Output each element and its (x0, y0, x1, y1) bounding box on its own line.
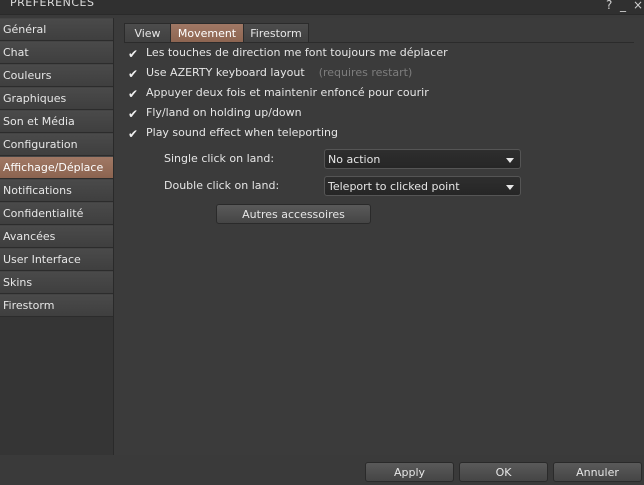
tab-firestorm[interactable]: Firestorm (243, 23, 309, 43)
sidebar-item-user-interface[interactable]: User Interface (0, 248, 113, 271)
sidebar-item-colors[interactable]: Couleurs (0, 64, 113, 87)
checkbox-row-fly-land: ✔ Fly/land on holding up/down (128, 105, 302, 121)
sidebar-item-move-view[interactable]: Affichage/Déplace (0, 156, 113, 179)
footer-bar: Apply OK Annuler (0, 455, 644, 485)
sidebar-item-advanced[interactable]: Avancées (0, 225, 113, 248)
sidebar: Général Chat Couleurs Graphiques Son et … (0, 18, 113, 485)
chevron-down-icon (506, 185, 514, 190)
title-bar: PRÉFÉRENCES ? _ × (0, 0, 644, 15)
arrow-keys-checkbox[interactable]: ✔ (128, 48, 140, 60)
fly-land-checkbox[interactable]: ✔ (128, 108, 140, 120)
other-attachments-button[interactable]: Autres accessoires (216, 204, 371, 224)
apply-button[interactable]: Apply (365, 462, 454, 482)
azerty-label: Use AZERTY keyboard layout (146, 66, 305, 79)
double-tap-run-checkbox[interactable]: ✔ (128, 88, 140, 100)
double-click-dropdown[interactable]: Teleport to clicked point (324, 176, 521, 196)
settings-panel: View Movement Firestorm ✔ Les touches de … (113, 18, 644, 455)
sidebar-item-graphics[interactable]: Graphiques (0, 87, 113, 110)
ok-button[interactable]: OK (459, 462, 548, 482)
double-click-label: Double click on land: (164, 179, 280, 192)
single-click-value: No action (328, 153, 381, 166)
tab-view[interactable]: View (124, 23, 171, 43)
sidebar-item-setup[interactable]: Configuration (0, 133, 113, 156)
azerty-hint: (requires restart) (318, 66, 413, 79)
sidebar-item-skins[interactable]: Skins (0, 271, 113, 294)
tab-movement[interactable]: Movement (170, 23, 244, 43)
help-icon[interactable]: ? (606, 0, 612, 12)
teleport-sound-label: Play sound effect when teleporting (146, 126, 338, 139)
single-click-dropdown[interactable]: No action (324, 149, 521, 169)
window-title: PRÉFÉRENCES (10, 0, 95, 9)
chevron-down-icon (506, 158, 514, 163)
minimize-icon[interactable]: _ (620, 0, 626, 12)
double-tap-run-label: Appuyer deux fois et maintenir enfoncé p… (146, 86, 429, 99)
sidebar-item-privacy[interactable]: Confidentialité (0, 202, 113, 225)
tab-divider (124, 42, 634, 43)
single-click-label: Single click on land: (164, 152, 275, 165)
checkbox-row-azerty: ✔ Use AZERTY keyboard layout (requires res… (128, 65, 412, 81)
checkbox-row-double-tap-run: ✔ Appuyer deux fois et maintenir enfoncé … (128, 85, 429, 101)
close-icon[interactable]: × (633, 0, 643, 12)
azerty-checkbox[interactable]: ✔ (128, 68, 140, 80)
sidebar-item-notifications[interactable]: Notifications (0, 179, 113, 202)
sidebar-item-general[interactable]: Général (0, 18, 113, 41)
checkbox-row-teleport-sound: ✔ Play sound effect when teleporting (128, 125, 338, 141)
sidebar-item-chat[interactable]: Chat (0, 41, 113, 64)
cancel-button[interactable]: Annuler (553, 462, 642, 482)
fly-land-label: Fly/land on holding up/down (146, 106, 302, 119)
teleport-sound-checkbox[interactable]: ✔ (128, 128, 140, 140)
sidebar-item-firestorm[interactable]: Firestorm (0, 294, 113, 317)
double-click-value: Teleport to clicked point (328, 180, 460, 193)
sidebar-item-sound-media[interactable]: Son et Média (0, 110, 113, 133)
checkbox-row-arrow-keys: ✔ Les touches de direction me font toujou… (128, 45, 448, 61)
arrow-keys-label: Les touches de direction me font toujour… (146, 46, 448, 59)
